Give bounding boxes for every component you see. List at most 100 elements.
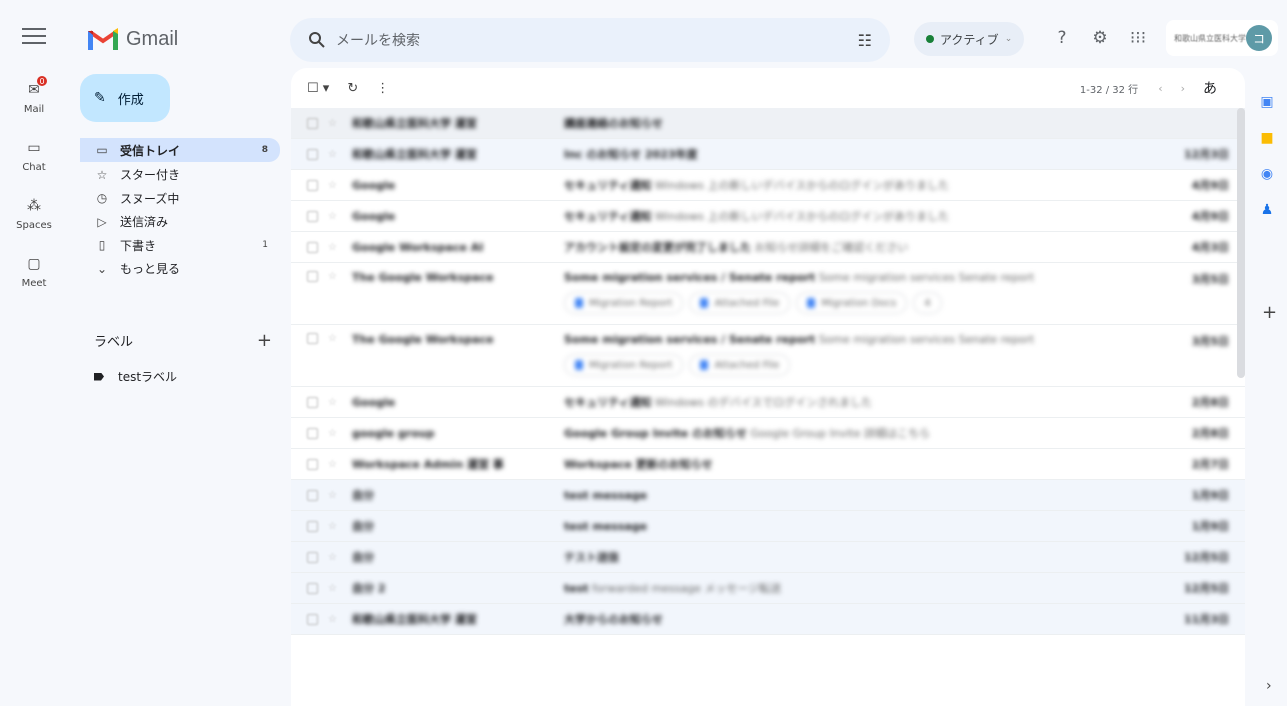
email-content: Some migration services / Senate report … [564,333,1169,376]
search-icon[interactable] [308,31,326,49]
email-row[interactable]: ☆ 自分 test message 1月9日 [291,480,1245,511]
nav-item-star[interactable]: ☆ スター付き [80,164,280,186]
add-addon-icon[interactable]: + [1262,302,1277,323]
gmail-logo[interactable]: Gmail [88,24,178,54]
row-checkbox[interactable] [307,582,318,594]
row-checkbox[interactable] [307,489,318,501]
row-checkbox[interactable] [307,520,318,532]
rail-item-mail[interactable]: ✉ 0 Mail [0,75,68,136]
email-row[interactable]: ☆ The Google Workspace Some migration serv… [291,263,1245,325]
nav-item-draft[interactable]: ▯ 下書き 1 [80,234,280,256]
star-icon[interactable]: ☆ [328,614,338,625]
more-vert-icon[interactable]: ⋮ [376,81,389,96]
expand-panel-icon[interactable]: › [1266,678,1272,694]
row-checkbox[interactable] [307,271,318,282]
input-mode-selector[interactable]: あ [1203,78,1217,98]
star-icon[interactable]: ☆ [328,180,338,191]
row-checkbox[interactable] [307,458,318,470]
avatar[interactable]: コ [1246,25,1272,51]
row-checkbox[interactable] [307,333,318,344]
attachment-chip[interactable]: Attached File [689,354,791,376]
email-row[interactable]: ☆ Google セキュリティ通知 Windows 上の新しいデバイスからのログイン… [291,201,1245,232]
email-row[interactable]: ☆ 自分 2 test forwarded message メッセージ転送 12月5日 [291,573,1245,604]
star-icon[interactable]: ☆ [328,490,338,501]
row-checkbox[interactable] [307,179,318,191]
keep-icon[interactable]: ■ [1252,120,1282,156]
email-row[interactable]: ☆ 自分 test message 1月9日 [291,511,1245,542]
attachment-chip[interactable]: Migration Docs [796,292,908,314]
star-icon[interactable]: ☆ [328,583,338,594]
star-icon[interactable]: ☆ [328,397,338,408]
rail-item-spaces[interactable]: ⁂ Spaces [0,194,68,252]
star-icon[interactable]: ☆ [328,459,338,470]
nav-label: 下書き [120,238,157,253]
email-row[interactable]: ☆ Google Workspace AI アカウント設定の変更が完了しました お知… [291,232,1245,263]
email-content: 大学からのお知らせ [564,611,1169,627]
chat-icon: ▭ [27,140,41,156]
email-row[interactable]: ☆ google group Google Group Invite のお知らせ G… [291,418,1245,449]
label-item[interactable]: testラベル [94,368,177,385]
star-icon[interactable]: ☆ [328,149,338,160]
compose-button[interactable]: ✎ 作成 [80,74,170,122]
select-all-checkbox[interactable]: ☐ ▾ [307,81,329,96]
email-row[interactable]: ☆ 和歌山県立医科大学 運営 講座連絡のお知らせ [291,108,1245,139]
row-checkbox[interactable] [307,241,318,253]
row-checkbox[interactable] [307,117,318,129]
email-row[interactable]: ☆ Google セキュリティ通知 Windows 上の新しいデバイスからのログイン… [291,170,1245,201]
nav-item-inbox[interactable]: ▭ 受信トレイ 8 [80,138,280,162]
attachment-chip[interactable]: Attached File [689,292,791,314]
star-icon[interactable]: ☆ [328,271,338,282]
file-icon [700,298,709,308]
email-row[interactable]: ☆ 和歌山県立医科大学 運営 大学からのお知らせ 11月3日 [291,604,1245,635]
scrollbar[interactable] [1237,108,1245,378]
nav-item-clock[interactable]: ◷ スヌーズ中 [80,187,280,209]
rail-item-chat[interactable]: ▭ Chat [0,136,68,194]
account-switcher[interactable]: 和歌山県立医科大学 コ [1166,20,1278,56]
prev-page-icon[interactable]: ‹ [1158,82,1162,95]
refresh-icon[interactable]: ↻ [347,81,358,96]
tasks-icon[interactable]: ◉ [1252,156,1282,192]
tune-icon[interactable]: ☷ [858,31,872,50]
star-icon[interactable]: ☆ [328,428,338,439]
email-row[interactable]: ☆ Workspace Admin 運営 事 Workspace 更新のお知らせ 2… [291,449,1245,480]
star-icon[interactable]: ☆ [328,333,338,344]
star-icon[interactable]: ☆ [328,242,338,253]
row-checkbox[interactable] [307,396,318,408]
labels-header: ラベル + [94,330,272,351]
email-row[interactable]: ☆ 和歌山県立医科大学 運営 Inc のお知らせ 2023年度 12月3日 [291,139,1245,170]
email-sender: 自分 [352,489,374,502]
rail-item-meet[interactable]: ▢ Meet [0,252,68,310]
attachment-chip[interactable]: 4 [913,292,942,314]
row-checkbox[interactable] [307,551,318,563]
contacts-icon[interactable]: ♟ [1252,192,1282,228]
apps-icon[interactable]: ⁝⁝⁝ [1126,26,1150,50]
help-icon[interactable]: ? [1050,26,1074,50]
email-row[interactable]: ☆ The Google Workspace Some migration serv… [291,325,1245,387]
next-page-icon[interactable]: › [1181,82,1185,95]
file-icon [575,360,583,370]
row-checkbox[interactable] [307,427,318,439]
star-icon[interactable]: ☆ [328,118,338,129]
email-row[interactable]: ☆ Google セキュリティ通知 Windows のデバイスでログインされました 2… [291,387,1245,418]
settings-icon[interactable]: ⚙ [1088,26,1112,50]
attachment-chip[interactable]: Migration Report [564,292,684,314]
row-checkbox[interactable] [307,613,318,625]
email-row[interactable]: ☆ 自分 テスト送信 12月5日 [291,542,1245,573]
add-label-icon[interactable]: + [257,330,272,351]
nav-item-send[interactable]: ▷ 送信済み [80,211,280,233]
email-date: 4月9日 [1191,210,1229,223]
search-input[interactable]: メールを検索 [336,30,858,50]
email-snippet: お知らせ詳細をご確認ください [754,241,909,254]
file-icon [807,298,816,308]
row-checkbox[interactable] [307,210,318,222]
menu-icon[interactable] [22,28,46,46]
star-icon[interactable]: ☆ [328,211,338,222]
star-icon[interactable]: ☆ [328,552,338,563]
nav-item-chevron-down[interactable]: ⌄ もっと見る [80,258,280,280]
row-checkbox[interactable] [307,148,318,160]
status-selector[interactable]: アクティブ ⌄ [914,22,1025,56]
star-icon[interactable]: ☆ [328,521,338,532]
attachment-chip[interactable]: Migration Report [564,354,684,376]
calendar-icon[interactable]: ▣ [1252,84,1282,120]
search-bar[interactable]: メールを検索 ☷ [290,18,890,62]
